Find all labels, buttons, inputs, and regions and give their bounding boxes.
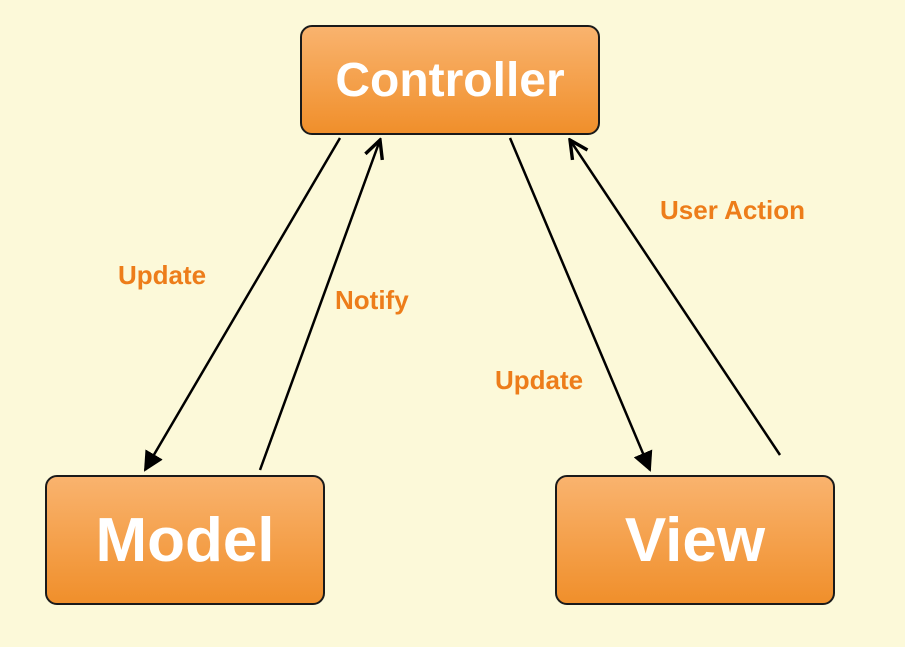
arrow-controller-to-view [510, 138, 650, 470]
arrow-view-to-controller [570, 140, 780, 455]
edge-label-view-to-controller: User Action [660, 195, 805, 226]
node-view-label: View [625, 505, 765, 576]
node-model-label: Model [95, 505, 274, 576]
node-controller-label: Controller [335, 53, 564, 108]
arrow-controller-to-model [145, 138, 340, 470]
edge-label-model-to-controller: Notify [335, 285, 409, 316]
node-view: View [555, 475, 835, 605]
edge-label-controller-to-model: Update [118, 260, 206, 291]
edge-label-controller-to-view: Update [495, 365, 583, 396]
node-controller: Controller [300, 25, 600, 135]
node-model: Model [45, 475, 325, 605]
